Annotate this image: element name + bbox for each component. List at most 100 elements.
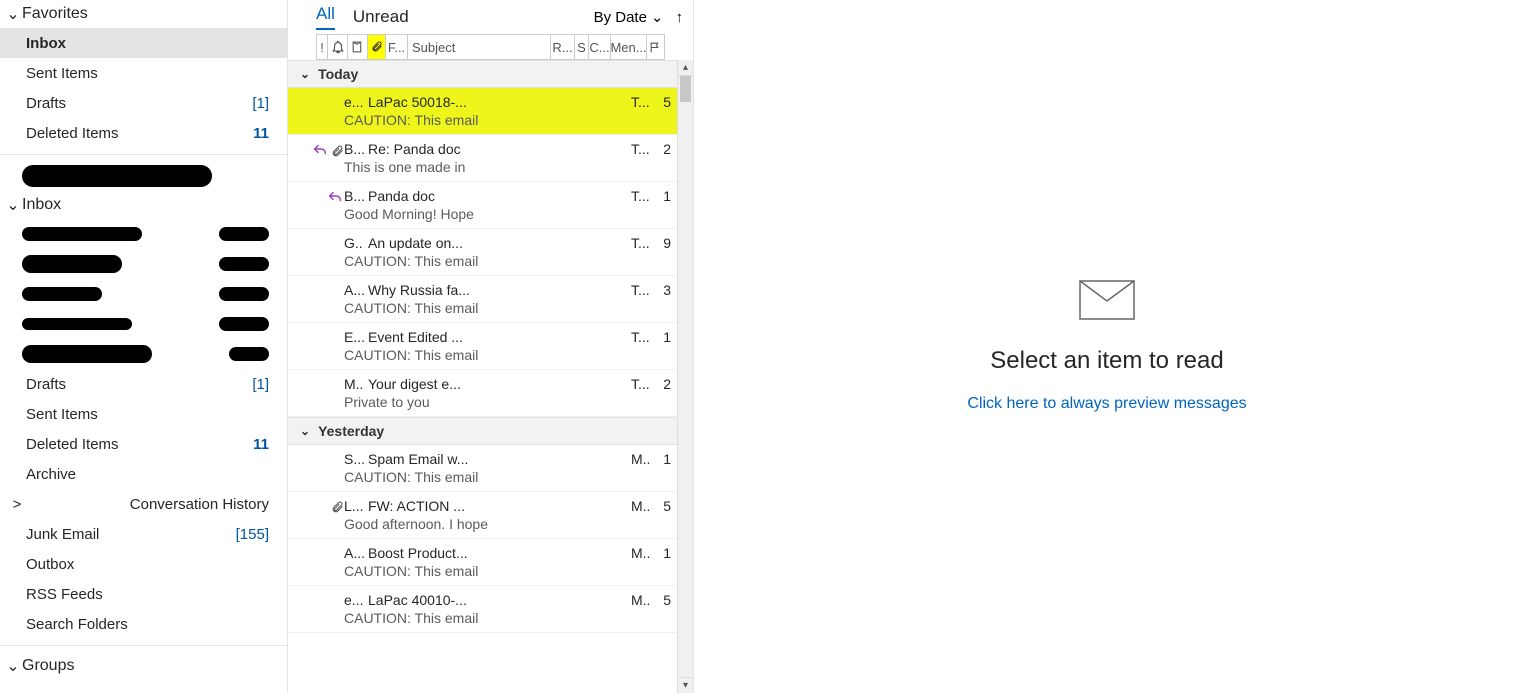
message-time: 5 <box>659 498 671 514</box>
attachment-icon <box>331 144 344 159</box>
inbox-header[interactable]: ⌄ Inbox <box>0 191 287 219</box>
message-item[interactable]: e...LaPac 40010-...M..5CAUTION: This ema… <box>288 586 677 633</box>
favorites-header[interactable]: ⌄ Favorites <box>0 0 287 28</box>
message-from: A... <box>344 282 364 298</box>
message-item[interactable]: A...Why Russia fa...T...3CAUTION: This e… <box>288 276 677 323</box>
nav-item-deleted-items[interactable]: Deleted Items11 <box>0 118 287 148</box>
group-label: Yesterday <box>318 423 384 439</box>
chevron-down-icon: ⌄ <box>6 656 20 676</box>
groups-label: Groups <box>22 657 74 675</box>
filter-from[interactable]: F... <box>386 35 408 59</box>
nav-item-inbox[interactable]: Inbox <box>0 28 287 58</box>
message-date: T... <box>631 376 655 392</box>
message-item[interactable]: M...Your digest e...T...2Private to you <box>288 370 677 417</box>
message-date: M.. <box>631 451 655 467</box>
sort-by-button[interactable]: By Date ⌄ <box>594 8 664 26</box>
tab-unread[interactable]: Unread <box>353 7 409 27</box>
filter-subject[interactable]: Subject <box>408 35 551 59</box>
subfolder-redacted <box>0 309 287 339</box>
nav-item-sent-items[interactable]: Sent Items <box>0 399 287 429</box>
message-from: A... <box>344 545 364 561</box>
nav-divider <box>0 645 287 646</box>
message-subject: Your digest e... <box>368 376 627 392</box>
message-date: M.. <box>631 592 655 608</box>
scroll-up-icon[interactable]: ▴ <box>678 60 693 76</box>
chevron-down-icon: ⌄ <box>651 8 664 26</box>
filter-mention[interactable]: Men... <box>611 35 647 59</box>
nav-item-label: Deleted Items <box>26 125 119 142</box>
message-subject: LaPac 40010-... <box>368 592 627 608</box>
message-date: T... <box>631 94 655 110</box>
nav-item-search-folders[interactable]: Search Folders <box>0 609 287 639</box>
scroll-thumb[interactable] <box>680 76 691 102</box>
message-subject: FW: ACTION ... <box>368 498 627 514</box>
message-date: T... <box>631 329 655 345</box>
message-time: 5 <box>659 94 671 110</box>
nav-item-deleted-items[interactable]: Deleted Items11 <box>0 429 287 459</box>
chevron-down-icon: ⌄ <box>6 195 20 215</box>
tab-all[interactable]: All <box>316 4 335 30</box>
nav-item-label: Search Folders <box>26 616 128 633</box>
importance-icon[interactable]: ! <box>316 35 328 59</box>
chevron-down-icon: ⌄ <box>300 67 310 81</box>
filter-size[interactable]: S <box>575 35 589 59</box>
message-from: G... <box>344 235 364 251</box>
nav-item-label: Drafts <box>26 95 66 112</box>
nav-item-junk-email[interactable]: Junk Email[155] <box>0 519 287 549</box>
scroll-down-icon[interactable]: ▾ <box>678 677 693 693</box>
attachment-icon[interactable] <box>368 35 386 59</box>
nav-item-drafts[interactable]: Drafts[1] <box>0 369 287 399</box>
nav-item-outbox[interactable]: Outbox <box>0 549 287 579</box>
sort-by-label: By Date <box>594 9 647 26</box>
groups-header[interactable]: ⌄ Groups <box>0 652 287 680</box>
list-filter-row: ! F... Subject R... S C... Men... <box>316 34 665 60</box>
nav-item-rss-feeds[interactable]: RSS Feeds <box>0 579 287 609</box>
message-item[interactable]: A...Boost Product...M..1CAUTION: This em… <box>288 539 677 586</box>
filter-flag-icon[interactable] <box>647 35 665 59</box>
group-label: Today <box>318 66 358 82</box>
message-item[interactable]: B...Re: Panda docT...2This is one made i… <box>288 135 677 182</box>
always-preview-link[interactable]: Click here to always preview messages <box>967 395 1246 413</box>
inbox-label: Inbox <box>22 196 61 214</box>
nav-item-sent-items[interactable]: Sent Items <box>0 58 287 88</box>
reading-pane: Select an item to read Click here to alw… <box>694 0 1520 693</box>
favorites-label: Favorites <box>22 5 88 23</box>
message-list-scrollbar[interactable]: ▴ ▾ <box>677 60 693 693</box>
message-group-header[interactable]: ⌄ Today <box>288 60 677 88</box>
nav-item-label: Inbox <box>26 35 66 52</box>
nav-item-count: [1] <box>252 376 269 393</box>
message-subject: LaPac 50018-... <box>368 94 627 110</box>
reading-pane-title: Select an item to read <box>990 347 1223 375</box>
reply-icon <box>326 190 344 206</box>
nav-item-archive[interactable]: Archive <box>0 459 287 489</box>
message-item[interactable]: L...FW: ACTION ...M..5Good afternoon. I … <box>288 492 677 539</box>
filter-categories[interactable]: C... <box>589 35 611 59</box>
nav-item-conversation-history[interactable]: >Conversation History <box>0 489 287 519</box>
subfolder-redacted <box>0 279 287 309</box>
message-subject: An update on... <box>368 235 627 251</box>
message-item[interactable]: G...An update on...T...9CAUTION: This em… <box>288 229 677 276</box>
reminder-icon[interactable] <box>328 35 348 59</box>
message-list-body: ⌄ Today e...LaPac 50018-...T...5CAUTION: T… <box>288 60 693 693</box>
message-time: 1 <box>659 545 671 561</box>
message-item[interactable]: S...Spam Email w...M..1CAUTION: This ema… <box>288 445 677 492</box>
message-date: T... <box>631 188 655 204</box>
message-time: 2 <box>659 141 671 157</box>
attachment-icon <box>331 500 344 515</box>
nav-divider <box>0 154 287 155</box>
message-from: M... <box>344 376 364 392</box>
filter-received[interactable]: R... <box>551 35 575 59</box>
message-preview: Good afternoon. I hope <box>344 516 671 532</box>
chevron-right-icon: > <box>10 496 24 513</box>
message-item[interactable]: e...LaPac 50018-...T...5CAUTION: This em… <box>288 88 677 135</box>
message-preview: CAUTION: This email <box>344 112 671 128</box>
message-item[interactable]: E...Event Edited ...T...1CAUTION: This e… <box>288 323 677 370</box>
nav-item-label: Deleted Items <box>26 436 119 453</box>
sort-direction-button[interactable]: ↑ <box>676 9 684 26</box>
nav-item-drafts[interactable]: Drafts[1] <box>0 88 287 118</box>
icon-column-icon[interactable] <box>348 35 368 59</box>
message-subject: Event Edited ... <box>368 329 627 345</box>
account-name-redacted <box>0 161 287 191</box>
message-item[interactable]: B...Panda docT...1Good Morning! Hope <box>288 182 677 229</box>
message-group-header[interactable]: ⌄Yesterday <box>288 417 677 445</box>
